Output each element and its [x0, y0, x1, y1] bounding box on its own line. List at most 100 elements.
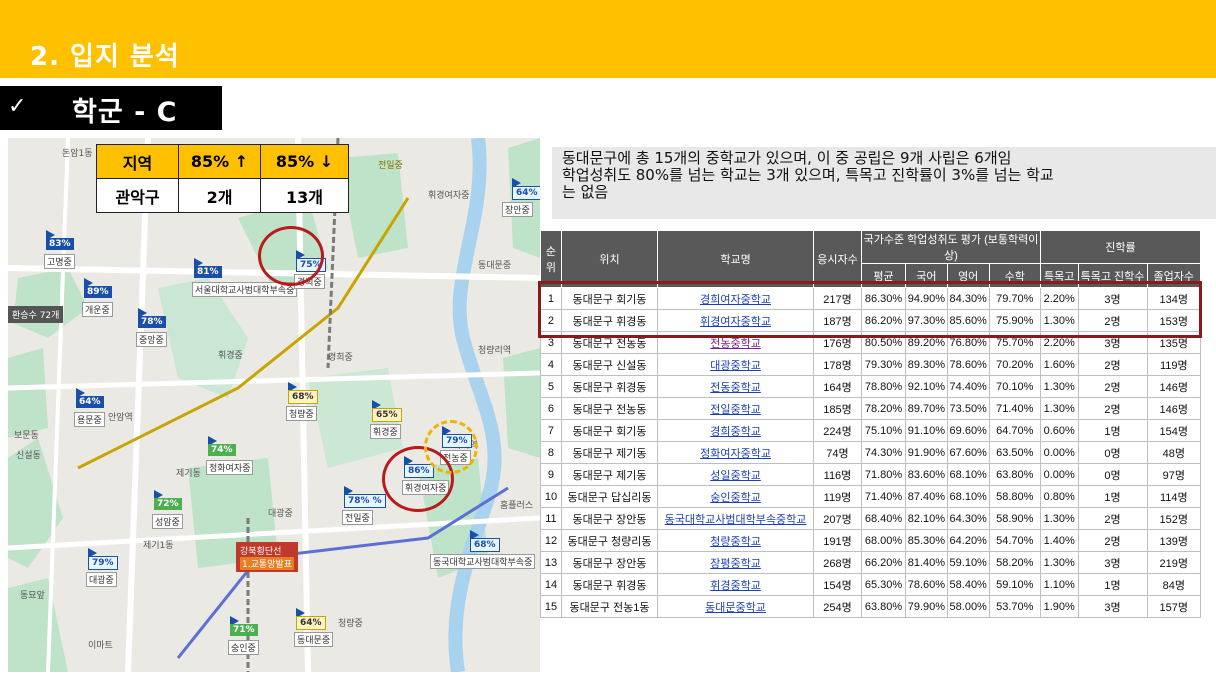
- table-row: 15 동대문구 전농1동 동대문중학교 254명 63.80% 79.90% 58.00% 5…: [540, 595, 1202, 618]
- summary-description: 동대문구에 총 15개의 중학교가 있으며, 이 중 공립은 9개 사립은 6개…: [552, 147, 1216, 219]
- table-cell: 12: [540, 529, 562, 552]
- school-name-link[interactable]: 동국대학교사범대학부속중학교: [657, 507, 814, 530]
- school-name-link[interactable]: 전동중학교: [657, 375, 814, 398]
- map-label: 청량리역: [478, 346, 512, 356]
- school-pin-name: 고명중: [44, 254, 75, 269]
- school-district-map: 돈암1동 제기동 보문동 안암역 신설동 동묘앞 제기1동 경희중 휘경중 동대…: [8, 138, 540, 672]
- table-cell: 15: [540, 595, 562, 618]
- table-cell: 14: [540, 573, 562, 596]
- school-name-link[interactable]: 경희중학교: [657, 419, 814, 442]
- map-label: 이마트: [88, 641, 113, 651]
- summary-row: 관악구 2개 13개: [96, 178, 349, 213]
- table-cell: 68.10%: [946, 485, 990, 508]
- school-name-link[interactable]: 정화여자중학교: [657, 441, 814, 464]
- school-pin-percent: 68%: [470, 538, 500, 552]
- table-cell: 58.00%: [946, 595, 990, 618]
- table-cell: 68.10%: [946, 463, 990, 486]
- table-cell: 59.10%: [946, 551, 990, 574]
- table-cell: 70.10%: [988, 375, 1041, 398]
- transit-line-box: 강북횡단선 1.교통망발표: [236, 542, 298, 572]
- school-pin-name: 성암중: [152, 514, 183, 529]
- table-cell: 119명: [812, 485, 863, 508]
- table-cell: 동대문구 장안동: [560, 551, 659, 574]
- table-cell: 89.30%: [904, 353, 948, 376]
- table-cell: 73.50%: [946, 397, 990, 420]
- school-pin-percent: 64%: [512, 186, 540, 200]
- table-cell: 1.30%: [1039, 507, 1079, 530]
- table-cell: 92.10%: [904, 375, 948, 398]
- table-row: 9 동대문구 제기동 성일중학교 116명 71.80% 83.60% 68.10% 63.8…: [540, 463, 1202, 486]
- subsection-title: 학군 - C: [72, 97, 178, 128]
- table-cell: 164명: [812, 375, 863, 398]
- table-cell: 154명: [812, 573, 863, 596]
- school-name-link[interactable]: 성일중학교: [657, 463, 814, 486]
- summary-table: 지역 85% ↑ 85% ↓ 관악구 2개 13개: [96, 144, 349, 213]
- subsection-banner: ✓ 학군 - C: [0, 86, 222, 130]
- table-cell: 74.40%: [946, 375, 990, 398]
- highlight-circle: [258, 226, 324, 286]
- school-name-link[interactable]: 휘경중학교: [657, 573, 814, 596]
- table-cell: 70.20%: [988, 353, 1041, 376]
- school-pin-percent: 65%: [372, 408, 402, 422]
- table-cell: 178명: [812, 353, 863, 376]
- table-cell: 139명: [1146, 529, 1202, 552]
- table-cell: 254명: [812, 595, 863, 618]
- table-cell: 75.10%: [861, 419, 906, 442]
- table-row: 5 동대문구 휘경동 전동중학교 164명 78.80% 92.10% 74.40% 70.1…: [540, 375, 1202, 398]
- map-label: 전일중: [378, 161, 403, 171]
- table-cell: 91.10%: [904, 419, 948, 442]
- summary-header-row: 지역 85% ↑ 85% ↓: [96, 144, 349, 179]
- school-pin-percent: 64%: [76, 396, 104, 408]
- table-cell: 224명: [812, 419, 863, 442]
- table-cell: 0.80%: [1039, 485, 1079, 508]
- map-label: 경희중: [328, 353, 353, 363]
- map-label: 동대문중: [478, 261, 512, 271]
- table-cell: 동대문구 회기동: [560, 419, 659, 442]
- table-cell: 68.40%: [861, 507, 906, 530]
- table-cell: 64.30%: [946, 507, 990, 530]
- top-banner: 2. 입지 분석: [0, 0, 1216, 78]
- table-cell: 83.60%: [904, 463, 948, 486]
- top-two-highlight-box: [538, 281, 1202, 338]
- school-pin-percent: 89%: [84, 286, 112, 298]
- table-cell: 0.60%: [1039, 419, 1079, 442]
- table-cell: 91.90%: [904, 441, 948, 464]
- school-pin-percent: 78% %: [344, 494, 386, 508]
- table-cell: 0명: [1077, 463, 1148, 486]
- table-cell: 66.20%: [861, 551, 906, 574]
- table-cell: 79.30%: [861, 353, 906, 376]
- school-name-link[interactable]: 전일중학교: [657, 397, 814, 420]
- transit-line-name: 강북횡단선: [240, 547, 282, 557]
- table-cell: 동대문구 전농동: [560, 397, 659, 420]
- summary-cell: 13개: [260, 178, 349, 213]
- table-cell: 5: [540, 375, 562, 398]
- table-cell: 68.00%: [861, 529, 906, 552]
- table-cell: 64.20%: [946, 529, 990, 552]
- table-cell: 1.30%: [1039, 397, 1079, 420]
- table-cell: 동대문구 제기동: [560, 441, 659, 464]
- school-pin-percent: 71%: [230, 624, 258, 636]
- table-cell: 48명: [1146, 441, 1202, 464]
- table-cell: 2명: [1077, 529, 1148, 552]
- table-cell: 119명: [1146, 353, 1202, 376]
- table-cell: 동대문구 휘경동: [560, 375, 659, 398]
- school-pin-name: 동국대학교사범대학부속중: [430, 554, 536, 569]
- school-name-link[interactable]: 청량중학교: [657, 529, 814, 552]
- table-cell: 146명: [1146, 397, 1202, 420]
- school-pin-percent: 83%: [46, 238, 74, 250]
- school-name-link[interactable]: 장평중학교: [657, 551, 814, 574]
- table-row: 14 동대문구 휘경동 휘경중학교 154명 65.30% 78.60% 58.40% 59.…: [540, 573, 1202, 596]
- school-name-link[interactable]: 동대문중학교: [657, 595, 814, 618]
- table-cell: 1.40%: [1039, 529, 1079, 552]
- school-name-link[interactable]: 대광중학교: [657, 353, 814, 376]
- map-label: 신설동: [16, 451, 41, 461]
- table-row: 6 동대문구 전농동 전일중학교 185명 78.20% 89.70% 73.50% 71.4…: [540, 397, 1202, 420]
- summary-header-cell: 85% ↑: [178, 144, 261, 179]
- school-name-link[interactable]: 숭인중학교: [657, 485, 814, 508]
- table-cell: 1.30%: [1039, 551, 1079, 574]
- table-cell: 71.40%: [988, 397, 1041, 420]
- school-pin-percent: 79%: [88, 556, 118, 570]
- map-label: 보문동: [14, 431, 39, 441]
- table-cell: 74명: [812, 441, 863, 464]
- table-cell: 84명: [1146, 573, 1202, 596]
